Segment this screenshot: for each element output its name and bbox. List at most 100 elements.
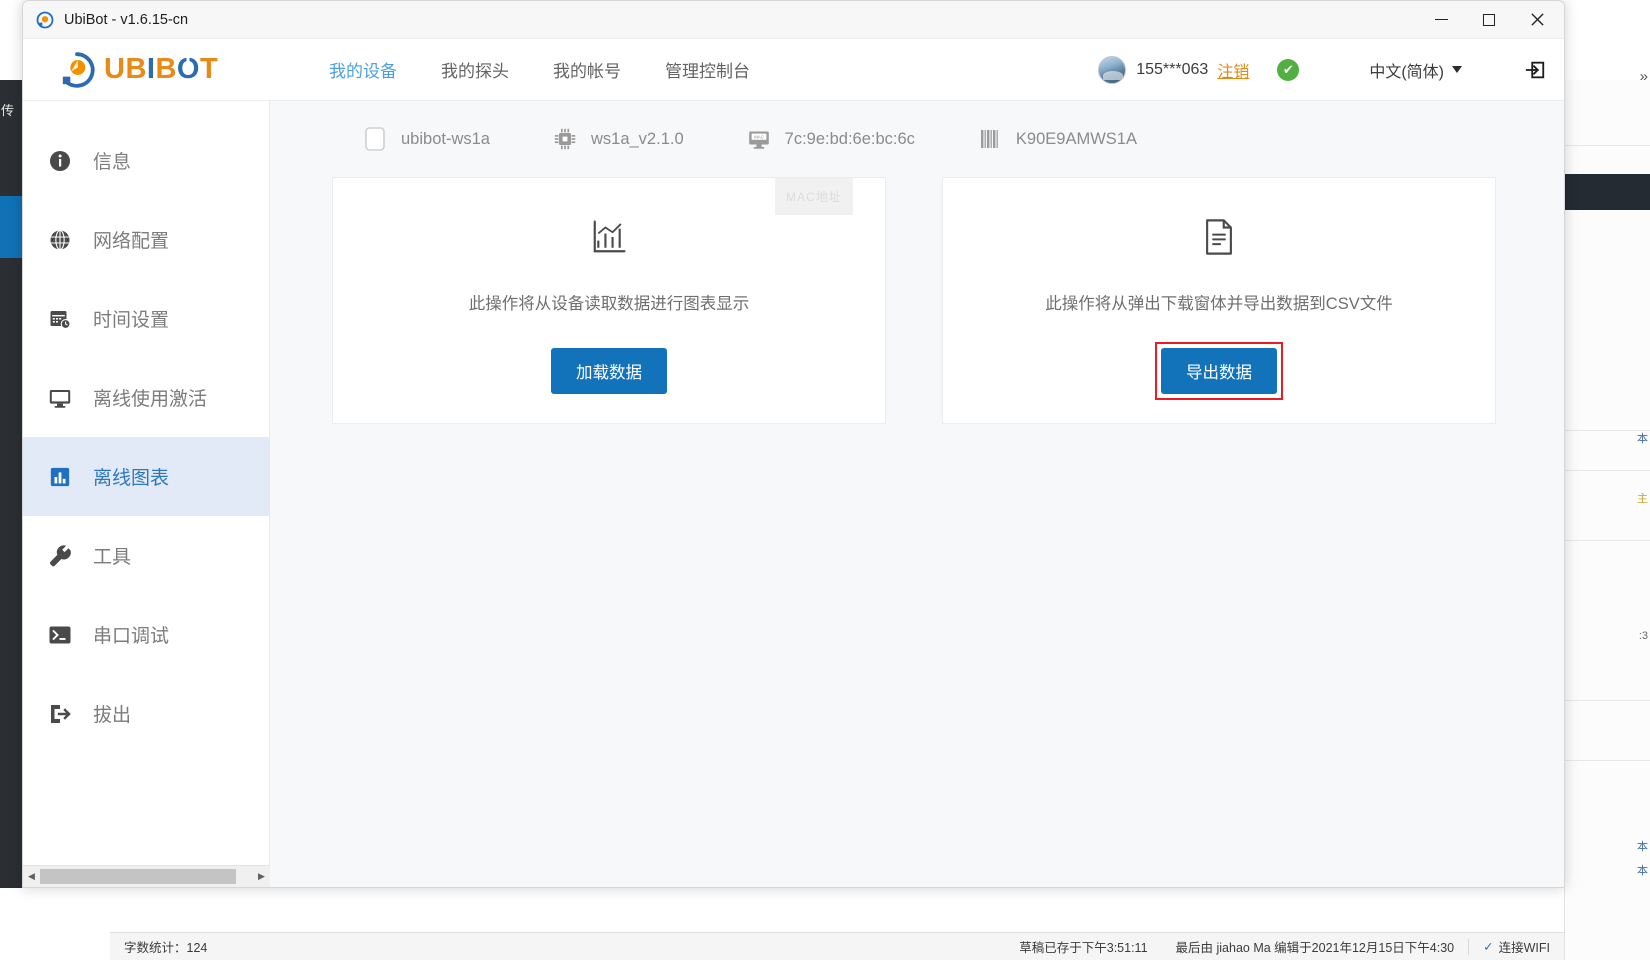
logo-text-ub: UB: [104, 53, 147, 85]
avatar[interactable]: [1098, 55, 1127, 84]
app-body: 信息 网络配置 时间设置 离线使用激活 离线图表 工具 串口调试 拔出 ubib…: [23, 101, 1564, 887]
device-info-bar: ubibot-ws1a ws1a_v2.1.0 MAC 7c:9e:bd:6e:…: [270, 101, 1564, 177]
terminal-icon: [47, 622, 73, 648]
bg-right-text: 本: [1637, 841, 1648, 853]
monitor-icon: [47, 385, 73, 411]
bg-right-text: 本: [1637, 433, 1648, 445]
ubibot-app-icon: [36, 11, 54, 28]
sidebar-item-info[interactable]: 信息: [23, 121, 269, 200]
horizontal-scrollbar[interactable]: ◀ ▶: [23, 865, 270, 887]
sidebar-item-label: 串口调试: [93, 626, 170, 647]
bg-right-text: 本: [1637, 865, 1648, 877]
bg-right-window-panel: [1564, 80, 1650, 960]
sidebar-item-label: 工具: [93, 547, 132, 568]
nav-my-probes[interactable]: 我的探头: [441, 57, 509, 82]
close-button[interactable]: [1513, 1, 1561, 39]
load-data-description: 此操作将从设备读取数据进行图表显示: [468, 295, 750, 313]
scroll-left-arrow[interactable]: ◀: [23, 866, 40, 888]
document-lines-icon: [1201, 216, 1237, 258]
sidebar-item-tools[interactable]: 工具: [23, 516, 269, 595]
nav-admin-console[interactable]: 管理控制台: [665, 57, 750, 82]
sidebar-item-network[interactable]: 网络配置: [23, 200, 269, 279]
expand-chevron-icon[interactable]: »: [1640, 68, 1648, 85]
word-count-label[interactable]: 字数统计：124: [110, 937, 221, 956]
title-bar: UbiBot - v1.6.15-cn: [23, 1, 1564, 39]
content-panel: ubibot-ws1a ws1a_v2.1.0 MAC 7c:9e:bd:6e:…: [270, 101, 1564, 887]
logo-text-t: T: [199, 53, 219, 85]
exit-login-icon[interactable]: [1524, 59, 1546, 81]
logout-link[interactable]: 注销: [1217, 58, 1249, 82]
power-symbol-notch: [186, 57, 190, 66]
device-serial-chip: K90E9AMWS1A: [977, 126, 1137, 152]
scroll-right-arrow[interactable]: ▶: [253, 866, 270, 888]
device-mac-chip: MAC 7c:9e:bd:6e:bc:6c: [746, 126, 915, 152]
chevron-down-icon: [1452, 66, 1462, 73]
export-data-card: 此操作将从弹出下载窗体并导出数据到CSV文件 导出数据: [942, 177, 1496, 424]
draft-saved-label: 草稿已存于下午3:51:11: [1019, 941, 1148, 955]
bg-right-divider: [1564, 700, 1650, 701]
ubibot-logo-mark: [62, 51, 95, 88]
language-selector[interactable]: 中文(简体): [1369, 58, 1462, 82]
user-area: 155***063 注销 ✔ 中文(简体): [1098, 39, 1546, 101]
bg-right-divider: [1564, 540, 1650, 541]
logo-text-o: O: [176, 53, 200, 85]
sidebar-item-label: 时间设置: [93, 310, 170, 331]
ghost-tooltip: MAC地址: [775, 178, 853, 215]
windows-status-bar: 字数统计：124 草稿已存于下午3:51:11 最后由 jiahao Ma 编辑…: [110, 932, 1564, 960]
wifi-check-icon: ✓: [1483, 940, 1494, 954]
language-label: 中文(简体): [1369, 63, 1444, 81]
calendar-clock-icon: [47, 306, 73, 332]
load-data-button[interactable]: 加载数据: [551, 348, 667, 394]
chip-icon: [552, 126, 578, 152]
bg-right-dark-block: [1564, 174, 1650, 210]
load-data-card: MAC地址 此操作将从设备读取数据进行图表显示 加载数据: [332, 177, 886, 424]
scroll-thumb[interactable]: [40, 868, 236, 884]
bg-left-text: 传: [1, 103, 15, 118]
bg-right-text-yellow: 主: [1637, 493, 1648, 505]
green-check-icon: ✔: [1277, 58, 1300, 81]
export-data-button[interactable]: 导出数据: [1161, 348, 1277, 394]
device-name-value: ubibot-ws1a: [401, 129, 490, 148]
action-cards: MAC地址 此操作将从设备读取数据进行图表显示 加载数据 此操作将从弹出下载窗体…: [270, 177, 1564, 424]
device-mac-value: 7c:9e:bd:6e:bc:6c: [784, 129, 915, 148]
sidebar-item-label: 网络配置: [93, 231, 170, 252]
bar-chart-icon: [47, 464, 73, 490]
wrench-icon: [47, 543, 73, 569]
logo-text-b: B: [155, 53, 177, 85]
brand-logo[interactable]: UBIBO T: [57, 50, 287, 90]
bg-right-divider: [1564, 760, 1650, 761]
sidebar-item-label: 拔出: [93, 705, 132, 726]
sidebar-item-offline-chart[interactable]: 离线图表: [23, 437, 269, 516]
logo-wordmark: UBIBO T: [104, 55, 218, 84]
sidebar-item-eject[interactable]: 拔出: [23, 674, 269, 753]
device-icon: [362, 126, 388, 152]
scroll-track[interactable]: [40, 866, 253, 888]
bg-right-text-small: :3: [1638, 630, 1648, 642]
username-label: 155***063: [1136, 60, 1209, 78]
ubibot-app-window: UbiBot - v1.6.15-cn UBIBO T 我的设备 我的探头 我的帐…: [22, 0, 1565, 888]
minimize-button[interactable]: [1417, 1, 1465, 39]
wifi-status-label[interactable]: 连接WIFI: [1499, 937, 1550, 956]
info-circle-icon: [47, 148, 73, 174]
sidebar-item-serial-debug[interactable]: 串口调试: [23, 595, 269, 674]
chart-bars-icon: [590, 216, 628, 258]
svg-text:MAC: MAC: [754, 135, 764, 140]
device-firmware-chip: ws1a_v2.1.0: [552, 126, 684, 152]
device-serial-value: K90E9AMWS1A: [1015, 129, 1137, 148]
export-button-highlight: 导出数据: [1155, 342, 1283, 400]
bg-right-divider: [1564, 470, 1650, 471]
sidebar-item-label: 离线使用激活: [93, 389, 208, 410]
bg-right-divider: [1564, 145, 1650, 146]
sidebar-item-time[interactable]: 时间设置: [23, 279, 269, 358]
nav-my-devices[interactable]: 我的设备: [329, 57, 397, 82]
sidebar-item-label: 信息: [93, 152, 132, 173]
bg-left-accent-bar: [0, 196, 22, 258]
export-data-description: 此操作将从弹出下载窗体并导出数据到CSV文件: [1045, 295, 1393, 313]
nav-my-account[interactable]: 我的帐号: [553, 57, 621, 82]
last-edited-label: 最后由 jiahao Ma 编辑于2021年12月15日下午4:30: [1175, 941, 1455, 955]
sidebar-item-offline-activate[interactable]: 离线使用激活: [23, 358, 269, 437]
main-navigation: 我的设备 我的探头 我的帐号 管理控制台: [329, 57, 750, 82]
app-header: UBIBO T 我的设备 我的探头 我的帐号 管理控制台 155***063 注销…: [23, 39, 1564, 101]
maximize-button[interactable]: [1465, 1, 1513, 39]
sidebar-item-label: 离线图表: [93, 468, 170, 489]
